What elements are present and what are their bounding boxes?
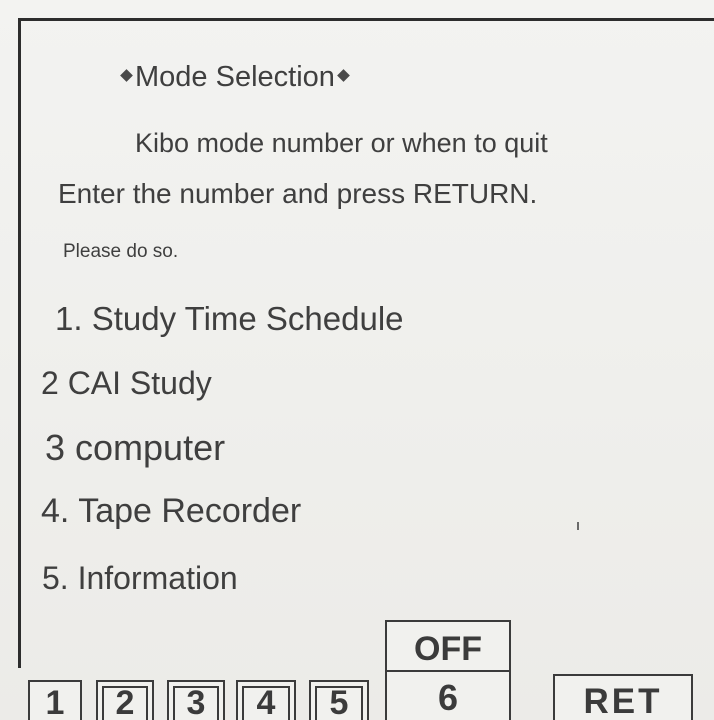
instruction-line-2: Enter the number and press RETURN. [58,178,538,209]
key-4-button[interactable]: 4 [236,680,296,720]
instruction-line-1: Kibo mode number or when to quit [135,128,548,158]
screen-frame-top [18,18,714,21]
page-title: Mode Selection [118,60,352,96]
instruction-line-3: Please do so. [63,241,179,262]
key-5-label: 5 [329,684,349,720]
return-key-button[interactable]: RET [553,674,693,720]
key-6-button[interactable]: 6 [385,670,511,720]
key-4-label: 4 [256,684,276,720]
off-key-button[interactable]: OFF [385,620,511,672]
key-3-button[interactable]: 3 [167,680,225,720]
menu-item-study-time-schedule[interactable]: 1. Study Time Schedule [55,302,404,335]
key-1-label: 1 [45,684,65,720]
diamond-bullet-icon [120,68,133,82]
page-title-text: Mode Selection [135,60,335,93]
off-key-label: OFF [414,630,482,668]
key-6-label: 6 [437,677,459,718]
return-key-label: RET [583,682,663,720]
screen-speck [577,522,579,530]
menu-item-cai-study[interactable]: 2 CAI Study [41,367,212,399]
menu-item-tape-recorder[interactable]: 4. Tape Recorder [41,494,301,528]
key-2-button[interactable]: 2 [96,680,154,720]
key-3-label: 3 [186,684,206,720]
menu-item-information[interactable]: 5. Information [42,562,238,594]
menu-item-computer[interactable]: 3 computer [45,430,225,466]
key-5-button[interactable]: 5 [309,680,369,720]
screen-frame-left [18,18,21,668]
key-2-label: 2 [115,684,135,720]
key-1-button[interactable]: 1 [28,680,82,720]
diamond-bullet-icon [337,68,350,82]
mode-selection-screen: Mode Selection Kibo mode number or when … [0,0,714,720]
